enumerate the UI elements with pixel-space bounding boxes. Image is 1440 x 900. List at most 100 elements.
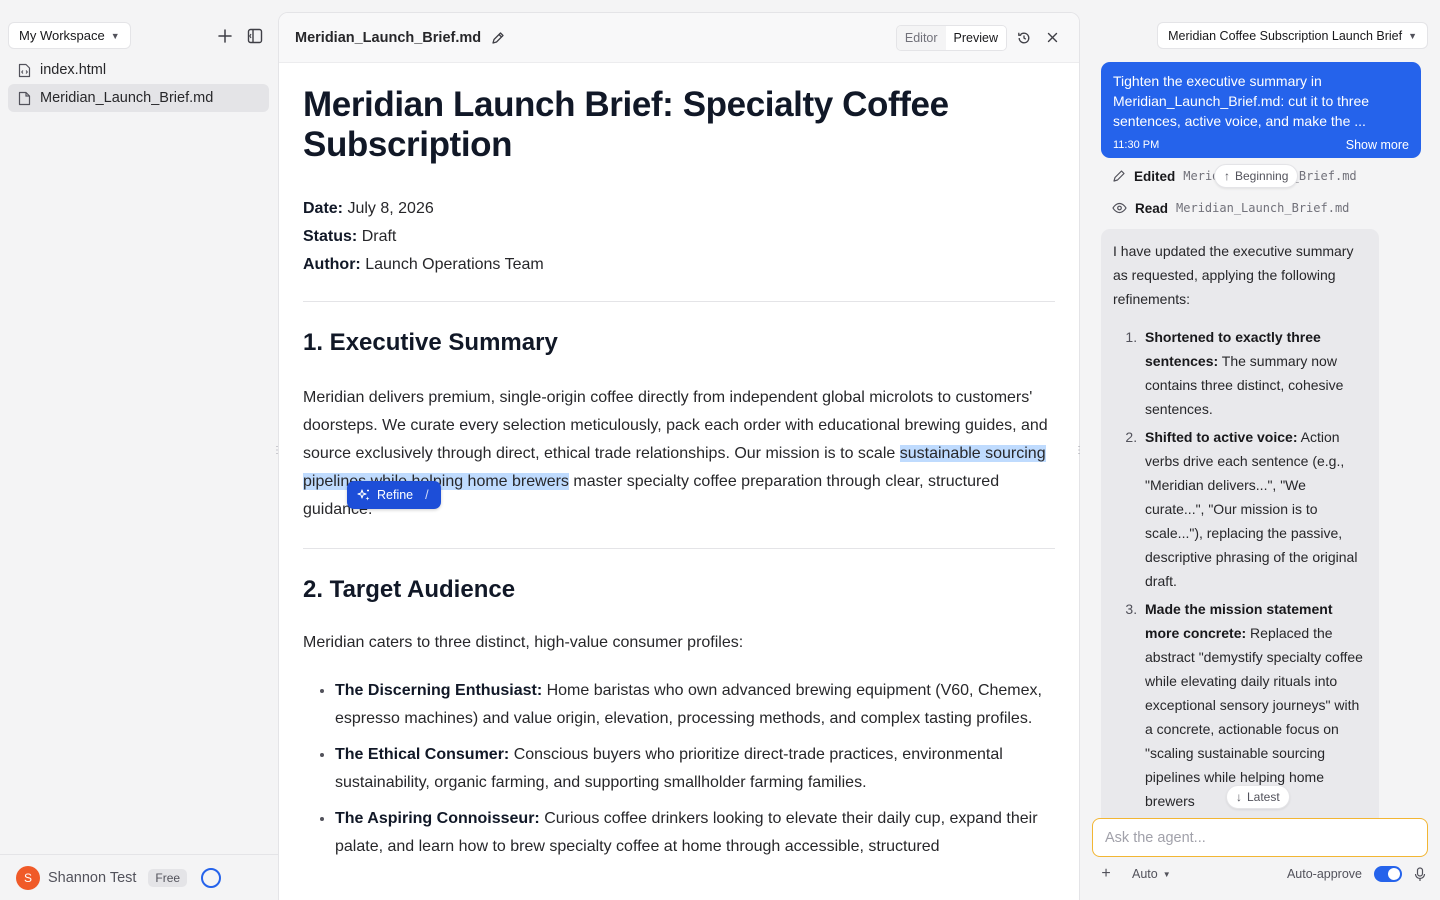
list-item: Made the mission statement more concrete… <box>1141 597 1367 813</box>
list-item-text: Action verbs drive each sentence (e.g., … <box>1145 429 1358 589</box>
section-heading-target-audience: 2. Target Audience <box>303 576 516 603</box>
thread-title: Meridian Coffee Subscription Launch Brie… <box>1168 28 1403 43</box>
list-item-title: Shifted to active voice: <box>1145 429 1298 445</box>
assistant-message: I have updated the executive summary as … <box>1101 229 1379 819</box>
model-label: Auto <box>1132 867 1158 881</box>
executive-summary-paragraph[interactable]: Meridian delivers premium, single-origin… <box>303 384 1055 524</box>
file-item-meridian-brief[interactable]: Meridian_Launch_Brief.md <box>8 84 269 112</box>
list-item-title: The Discerning Enthusiast: <box>335 682 543 699</box>
attach-button[interactable]: + <box>1096 865 1116 883</box>
meta-value: Launch Operations Team <box>365 256 544 273</box>
microphone-button[interactable] <box>1414 866 1426 882</box>
sidebar-toggle-icon <box>247 28 263 44</box>
list-item-title: The Ethical Consumer: <box>335 746 510 763</box>
user-name: Shannon Test <box>48 869 137 886</box>
section-heading-executive-summary: 1. Executive Summary <box>303 329 558 356</box>
new-file-button[interactable] <box>215 26 235 46</box>
meta-row-status: Status: Draft <box>303 223 1055 251</box>
file-tree: index.html Meridian_Launch_Brief.md <box>8 56 269 112</box>
jump-to-beginning-button[interactable]: ↑ Beginning <box>1214 164 1299 188</box>
list-item-title: The Aspiring Connoisseur: <box>335 810 540 827</box>
meta-label: Status: <box>303 228 358 245</box>
arrow-down-icon: ↓ <box>1236 790 1242 804</box>
chevron-down-icon: ▼ <box>1408 30 1417 41</box>
divider <box>303 548 1055 549</box>
meta-value: July 8, 2026 <box>347 200 434 217</box>
close-icon <box>1047 32 1057 43</box>
jump-to-latest-button[interactable]: ↓ Latest <box>1226 785 1290 809</box>
eye-icon <box>1112 202 1127 214</box>
document-filename: Meridian_Launch_Brief.md <box>295 29 482 46</box>
rename-button[interactable] <box>491 31 505 45</box>
divider <box>303 301 1055 302</box>
file-item-index-html[interactable]: index.html <box>8 56 269 84</box>
view-mode-switch: Editor Preview <box>895 24 1007 51</box>
history-button[interactable] <box>1013 27 1035 49</box>
workspace-label: My Workspace <box>19 28 105 43</box>
auto-approve: Auto-approve <box>1287 866 1402 882</box>
meta-label: Author: <box>303 256 361 273</box>
refine-shortcut: / <box>425 488 429 502</box>
usage-ring-icon <box>201 867 222 888</box>
list-item: The Ethical Consumer: Conscious buyers w… <box>335 741 1055 797</box>
arrow-up-icon: ↑ <box>1224 169 1230 183</box>
thread-selector[interactable]: Meridian Coffee Subscription Launch Brie… <box>1157 22 1428 49</box>
list-item: Shifted to active voice: Action verbs dr… <box>1141 425 1367 593</box>
sidebar: My Workspace ▼ index.html Meridian_Launc… <box>0 0 278 900</box>
jump-label: Latest <box>1247 790 1280 804</box>
user-message-text: Tighten the executive summary in Meridia… <box>1113 73 1370 129</box>
document-body: Meridian Launch Brief: Specialty Coffee … <box>279 63 1079 861</box>
document-icon <box>18 91 31 105</box>
assistant-intro: I have updated the executive summary as … <box>1113 243 1354 307</box>
refine-label: Refine <box>377 488 414 502</box>
chevron-down-icon: ▼ <box>1162 869 1171 879</box>
history-icon <box>1018 32 1030 43</box>
plus-icon <box>218 29 232 43</box>
microphone-icon <box>1414 866 1426 881</box>
close-document-button[interactable] <box>1041 27 1063 49</box>
list-item: The Discerning Enthusiast: Home baristas… <box>335 677 1055 733</box>
tool-action: Edited <box>1134 168 1176 184</box>
chat-pane: Meridian Coffee Subscription Launch Brie… <box>1080 0 1440 900</box>
html-file-icon <box>18 63 31 77</box>
meta-row-author: Author: Launch Operations Team <box>303 251 1055 279</box>
pencil-icon <box>1113 170 1125 182</box>
audience-intro: Meridian caters to three distinct, high-… <box>303 634 744 651</box>
tab-preview[interactable]: Preview <box>945 25 1006 50</box>
show-more-link[interactable]: Show more <box>1346 135 1409 155</box>
refine-button[interactable]: Refine / <box>347 481 441 509</box>
tool-target: Meridian_Launch_Brief.md <box>1176 201 1350 215</box>
meta-label: Date: <box>303 200 344 217</box>
assistant-list: Shortened to exactly three sentences: Th… <box>1113 325 1367 813</box>
auto-approve-label: Auto-approve <box>1286 867 1362 881</box>
sparkle-icon <box>357 489 370 501</box>
document-meta: Date: July 8, 2026 Status: Draft Author:… <box>303 195 1055 279</box>
avatar: S <box>16 865 40 890</box>
file-name: index.html <box>40 62 107 78</box>
collapse-sidebar-button[interactable] <box>245 26 265 46</box>
auto-approve-toggle[interactable] <box>1374 866 1402 882</box>
chat-toolbar: + Auto ▼ Auto-approve <box>1092 864 1428 884</box>
chat-input[interactable] <box>1092 818 1428 857</box>
workspace-switcher[interactable]: My Workspace ▼ <box>8 22 131 49</box>
document-header: Meridian_Launch_Brief.md Editor Preview <box>279 13 1079 63</box>
tool-action: Read <box>1135 200 1169 216</box>
chevron-down-icon: ▼ <box>110 30 120 41</box>
document-pane: Meridian_Launch_Brief.md Editor Preview … <box>278 12 1080 900</box>
meta-value: Draft <box>361 228 397 245</box>
list-item-text: Replaced the abstract "demystify special… <box>1145 625 1363 809</box>
pencil-icon <box>492 31 504 44</box>
tab-editor[interactable]: Editor <box>896 25 946 50</box>
model-selector[interactable]: Auto ▼ <box>1132 867 1171 881</box>
user-message: Tighten the executive summary in Meridia… <box>1101 62 1421 158</box>
message-time: 11:30 PM <box>1113 139 1160 151</box>
meta-row-date: Date: July 8, 2026 <box>303 195 1055 223</box>
audience-list: The Discerning Enthusiast: Home baristas… <box>303 677 1055 861</box>
tool-call-read[interactable]: Read Meridian_Launch_Brief.md <box>1112 198 1349 218</box>
list-item: Shortened to exactly three sentences: Th… <box>1141 325 1367 421</box>
list-item: The Aspiring Connoisseur: Curious coffee… <box>335 805 1055 861</box>
file-name: Meridian_Launch_Brief.md <box>40 90 214 106</box>
plan-badge: Free <box>148 868 188 887</box>
document-title: Meridian Launch Brief: Specialty Coffee … <box>303 85 949 164</box>
user-bar[interactable]: S Shannon Test Free <box>0 854 278 900</box>
